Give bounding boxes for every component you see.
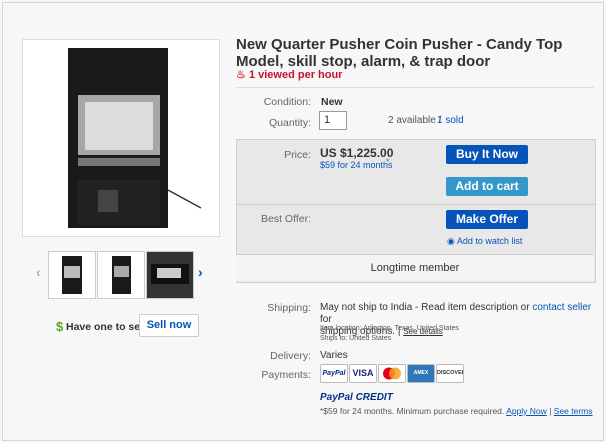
viewed-badge: ♨ 1 viewed per hour bbox=[236, 68, 342, 81]
shipping-text-end: for bbox=[320, 314, 332, 325]
see-terms-link[interactable]: See terms bbox=[554, 406, 593, 416]
sold-link[interactable]: 1 sold bbox=[437, 115, 464, 126]
shipping-text: May not ship to India - Read item descri… bbox=[320, 302, 530, 313]
condition-value: New bbox=[321, 96, 343, 108]
ships-to: Ships to: United States bbox=[320, 335, 392, 342]
separator: | bbox=[549, 406, 552, 416]
item-location: Item location: Arlington, Texas, United … bbox=[320, 325, 459, 332]
watch-list-label: Add to watch list bbox=[456, 236, 523, 246]
sell-now-button[interactable]: Sell now bbox=[139, 314, 199, 337]
watch-list-link[interactable]: ◉ Add to watch list bbox=[447, 236, 522, 247]
discover-icon: DISCOVER bbox=[436, 364, 464, 383]
mastercard-icon bbox=[378, 364, 406, 383]
thumbnails-next-icon[interactable]: › bbox=[198, 264, 203, 280]
price-asterisk: * bbox=[386, 157, 390, 167]
buy-it-now-button[interactable]: Buy It Now bbox=[446, 145, 528, 164]
monthly-link[interactable]: $59 for 24 months bbox=[320, 160, 393, 170]
delivery-value: Varies bbox=[320, 350, 348, 361]
contact-seller-link[interactable]: contact seller bbox=[532, 302, 591, 313]
add-to-cart-button[interactable]: Add to cart bbox=[446, 177, 528, 196]
visa-icon: VISA bbox=[349, 364, 377, 383]
divider bbox=[236, 87, 594, 88]
paypal-icon: PayPal bbox=[320, 364, 348, 383]
paypal-credit-text: *$59 for 24 months. Minimum purchase req… bbox=[320, 406, 593, 416]
seller-badge: Longtime member bbox=[236, 254, 594, 281]
best-offer-label: Best Offer: bbox=[261, 213, 311, 225]
availability-text: 2 available / bbox=[388, 115, 442, 126]
eye-icon: ◉ bbox=[447, 236, 455, 246]
payments-label: Payments: bbox=[261, 369, 311, 381]
thumbnail-1[interactable] bbox=[48, 251, 96, 299]
apply-now-link[interactable]: Apply Now bbox=[506, 406, 547, 416]
paypal-credit-logo: PayPal CREDIT bbox=[320, 392, 393, 403]
price-label: Price: bbox=[284, 149, 311, 161]
thumbnail-2[interactable] bbox=[97, 251, 145, 299]
viewed-text: 1 viewed per hour bbox=[248, 69, 343, 81]
condition-label: Condition: bbox=[263, 96, 311, 108]
flame-icon: ♨ bbox=[236, 69, 246, 81]
thumbnails-prev-icon[interactable]: ‹ bbox=[36, 264, 41, 280]
price-value: US $1,225.00 bbox=[320, 146, 394, 160]
quantity-label: Quantity: bbox=[268, 117, 311, 129]
shipping-label: Shipping: bbox=[267, 302, 311, 314]
delivery-label: Delivery: bbox=[270, 350, 311, 362]
shipping-info: May not ship to India - Read item descri… bbox=[320, 302, 594, 338]
amex-icon: AMEX bbox=[407, 364, 435, 383]
dollar-icon: $ bbox=[56, 319, 64, 334]
credit-terms-text: *$59 for 24 months. Minimum purchase req… bbox=[320, 406, 505, 416]
item-title: New Quarter Pusher Coin Pusher - Candy T… bbox=[236, 36, 563, 70]
main-product-image[interactable] bbox=[22, 39, 220, 237]
quantity-input[interactable]: 1 bbox=[319, 111, 347, 130]
thumbnail-3[interactable] bbox=[146, 251, 194, 299]
make-offer-button[interactable]: Make Offer bbox=[446, 210, 528, 229]
